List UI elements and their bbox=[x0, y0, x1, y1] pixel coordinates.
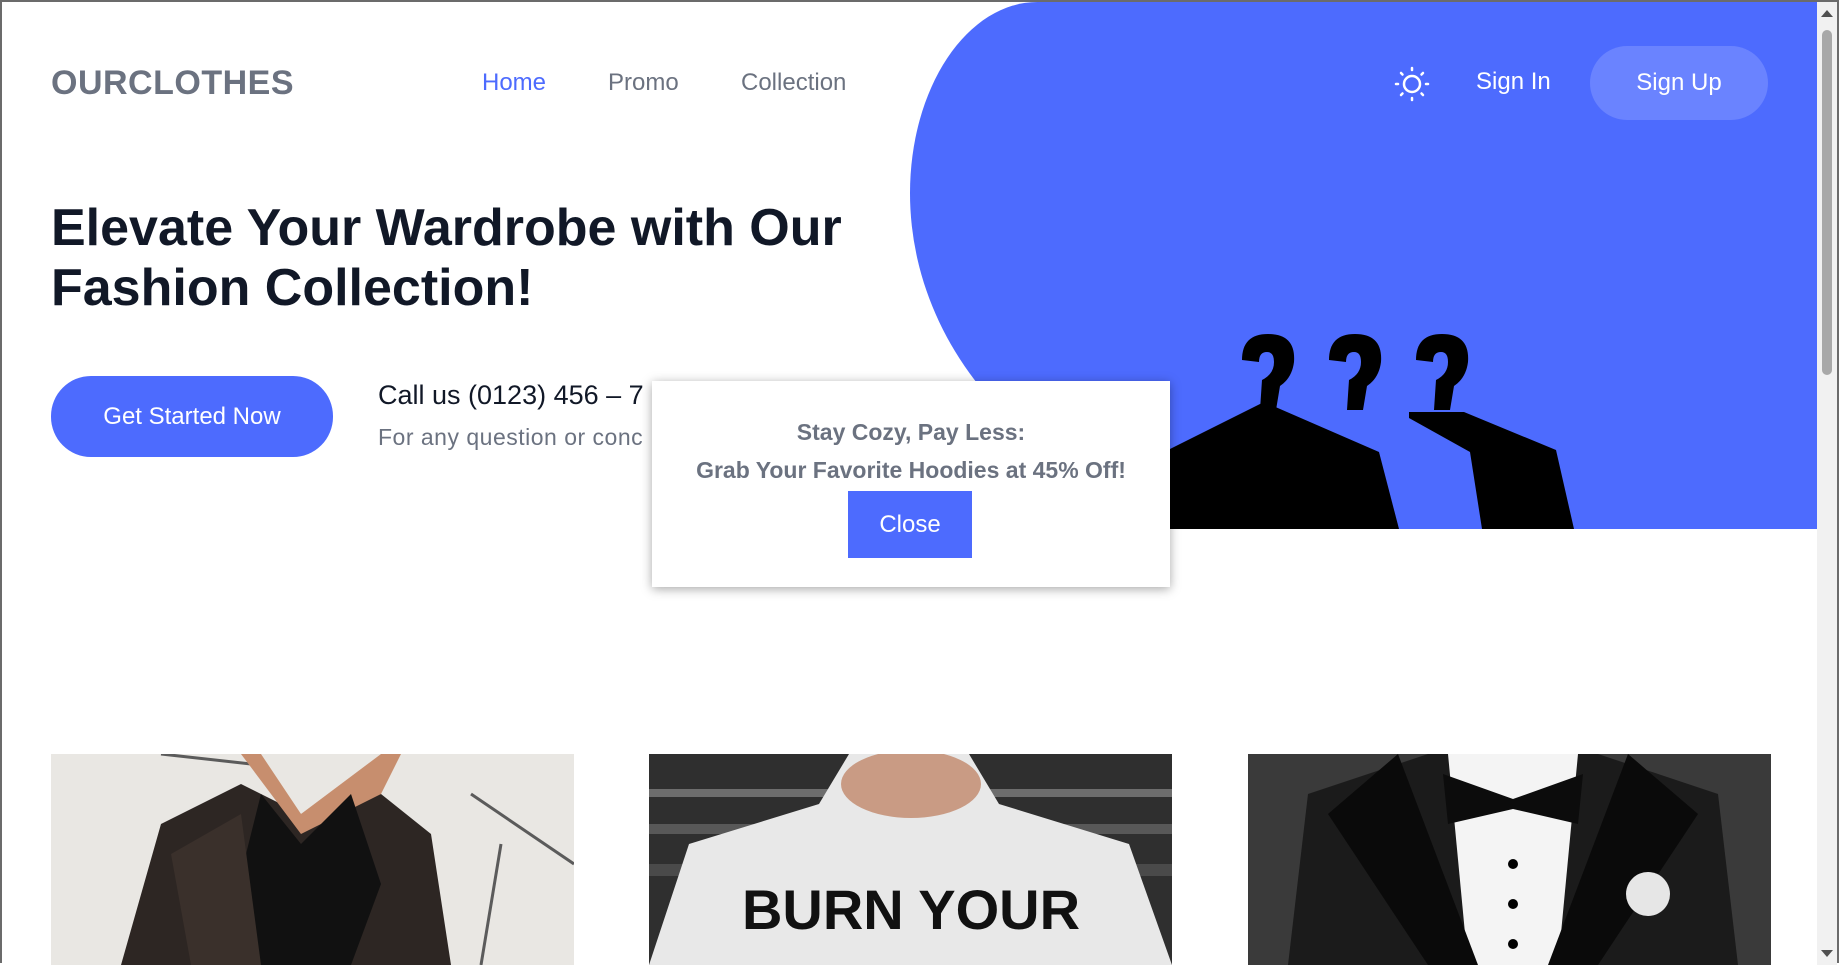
tuxedo-image bbox=[1248, 754, 1771, 965]
call-us-text: Call us (0123) 456 – 7 bbox=[378, 380, 644, 410]
leather-jacket-image bbox=[51, 754, 574, 965]
burn-your-tshirt-image: BURN YOUR bbox=[649, 754, 1172, 965]
nav-item-collection[interactable]: Collection bbox=[741, 69, 846, 97]
call-us-subtext: For any question or conc bbox=[378, 424, 644, 450]
product-card-leather-jacket[interactable] bbox=[51, 754, 574, 965]
popup-message: Grab Your Favorite Hoodies at 45% Off! bbox=[696, 457, 1126, 483]
hero-headline: Elevate Your Wardrobe with Our Fashion C… bbox=[51, 199, 842, 317]
brand-logo[interactable]: OURCLOTHES bbox=[51, 64, 294, 103]
nav-item-home[interactable]: Home bbox=[482, 69, 546, 97]
scrollbar-thumb[interactable] bbox=[1822, 30, 1832, 375]
promo-popup: Stay Cozy, Pay Less: Grab Your Favorite … bbox=[652, 381, 1170, 587]
tshirt-print-text: BURN YOUR bbox=[742, 878, 1080, 941]
vertical-scrollbar[interactable] bbox=[1817, 2, 1837, 965]
popup-title: Stay Cozy, Pay Less: bbox=[796, 419, 1026, 445]
hangers-illustration bbox=[1164, 334, 1574, 529]
scroll-up-arrow-icon[interactable] bbox=[1821, 10, 1833, 17]
sun-icon bbox=[1394, 66, 1430, 102]
nav-item-promo[interactable]: Promo bbox=[608, 69, 679, 97]
sign-in-link[interactable]: Sign In bbox=[1476, 68, 1551, 96]
product-card-tuxedo[interactable] bbox=[1248, 754, 1771, 965]
product-card-burn-your-tshirt[interactable]: BURN YOUR bbox=[649, 754, 1172, 965]
get-started-button[interactable]: Get Started Now bbox=[51, 376, 333, 457]
scroll-down-arrow-icon[interactable] bbox=[1821, 950, 1833, 957]
theme-toggle-button[interactable] bbox=[1390, 64, 1434, 104]
sign-up-button[interactable]: Sign Up bbox=[1590, 46, 1768, 120]
popup-close-button[interactable]: Close bbox=[848, 491, 972, 558]
